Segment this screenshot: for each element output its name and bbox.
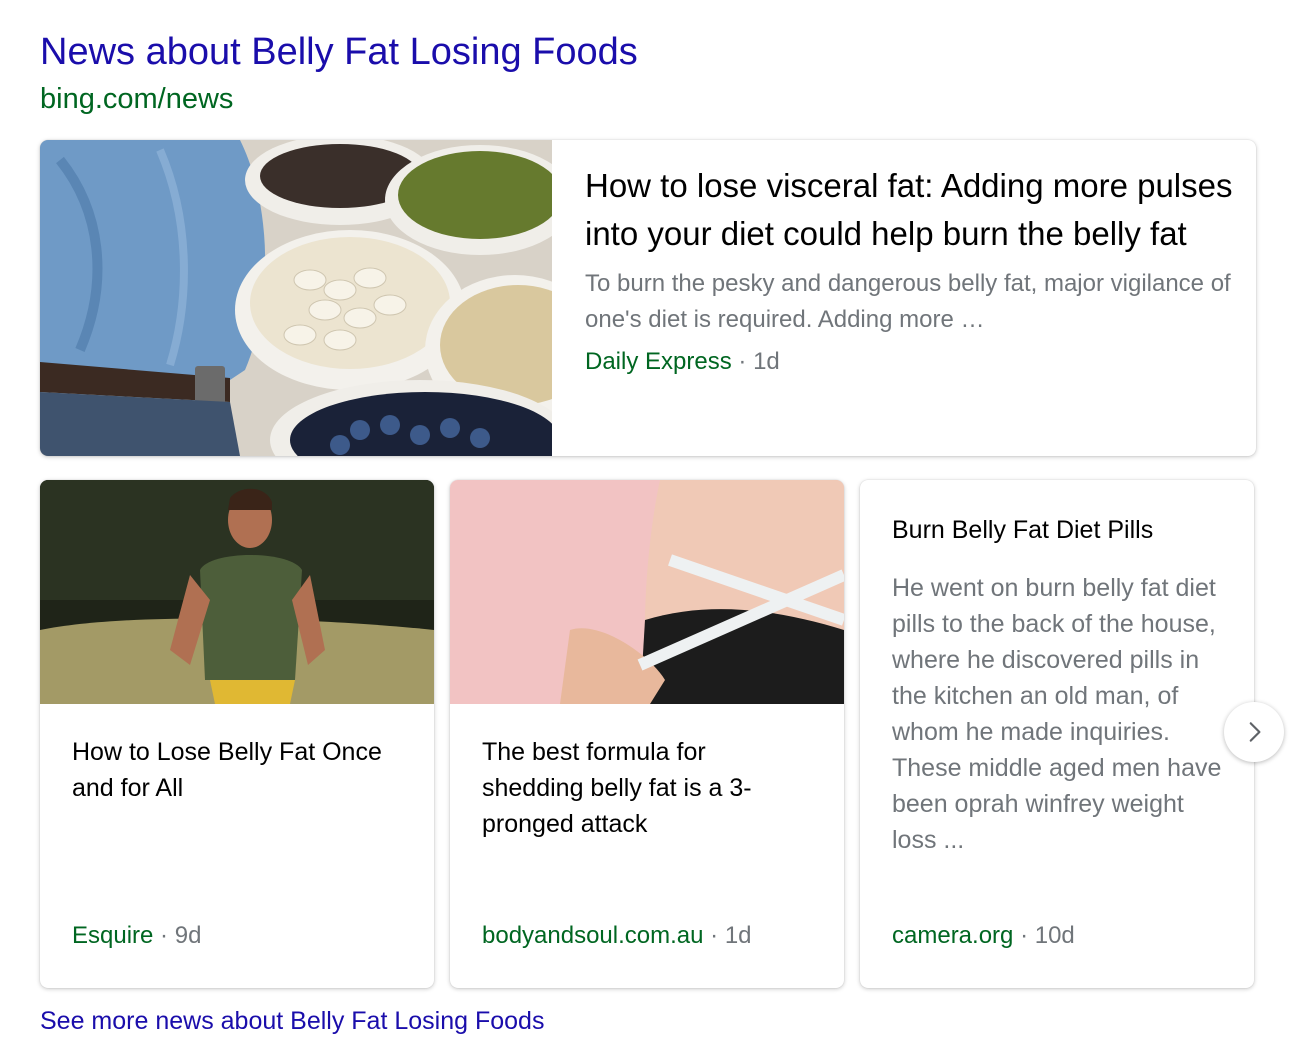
chevron-right-icon xyxy=(1249,722,1261,742)
card-snippet: He went on burn belly fat diet pills to … xyxy=(892,574,1222,854)
card-headline[interactable]: The best formula for shedding belly fat … xyxy=(482,734,812,842)
card-age: 10d xyxy=(1034,922,1075,949)
featured-article-headline[interactable]: How to lose visceral fat: Adding more pu… xyxy=(585,162,1235,258)
article-image-man-running[interactable] xyxy=(40,480,434,704)
card-age: 9d xyxy=(174,922,202,949)
meta-separator: · xyxy=(160,922,169,949)
news-source-url: bing.com/news xyxy=(40,83,234,115)
featured-news-card[interactable]: How to lose visceral fat: Adding more pu… xyxy=(40,140,1256,456)
card-headline[interactable]: How to Lose Belly Fat Once and for All xyxy=(72,734,402,806)
news-card-camera[interactable]: Burn Belly Fat Diet Pills He went on bur… xyxy=(860,480,1254,988)
card-headline[interactable]: Burn Belly Fat Diet Pills xyxy=(892,512,1222,548)
meta-separator: · xyxy=(710,922,719,949)
card-meta: camera.org · 10d xyxy=(892,920,1075,952)
featured-article-age: 1d xyxy=(753,348,780,375)
featured-article-meta: Daily Express · 1d xyxy=(585,346,1235,378)
card-source: bodyandsoul.com.au xyxy=(482,922,704,949)
news-card-esquire[interactable]: How to Lose Belly Fat Once and for All E… xyxy=(40,480,434,988)
news-section-title[interactable]: News about Belly Fat Losing Foods xyxy=(40,28,638,76)
card-source: camera.org xyxy=(892,922,1014,949)
card-source: Esquire xyxy=(72,922,154,949)
featured-article-source: Daily Express xyxy=(585,348,732,375)
article-image-waist-measuring[interactable] xyxy=(450,480,844,704)
card-meta: Esquire · 9d xyxy=(72,920,201,952)
featured-article-snippet: To burn the pesky and dangerous belly fa… xyxy=(585,270,1231,333)
card-meta: bodyandsoul.com.au · 1d xyxy=(482,920,752,952)
carousel-next-button[interactable] xyxy=(1224,702,1284,762)
meta-separator: · xyxy=(738,348,747,375)
news-card-bodyandsoul[interactable]: The best formula for shedding belly fat … xyxy=(450,480,844,988)
featured-article-image[interactable] xyxy=(40,140,552,456)
card-age: 1d xyxy=(724,922,752,949)
meta-separator: · xyxy=(1020,922,1029,949)
see-more-news-link[interactable]: See more news about Belly Fat Losing Foo… xyxy=(40,1004,544,1038)
